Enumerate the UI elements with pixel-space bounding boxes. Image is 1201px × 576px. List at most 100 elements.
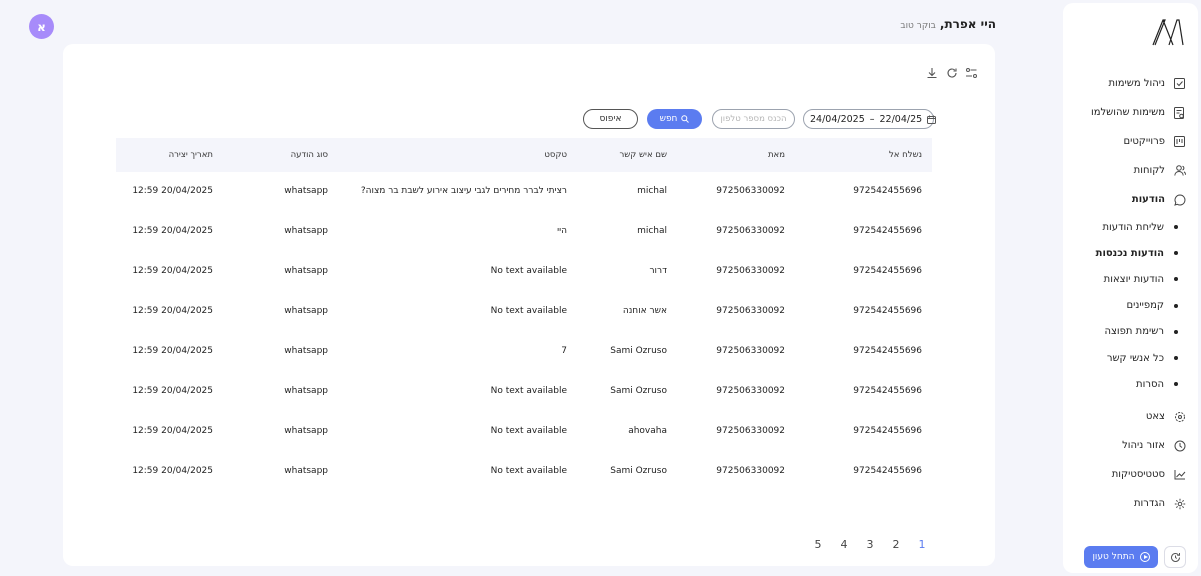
cell-text: רציתי לברר מחירים לגבי עיצוב אירוע לשבת … [360, 186, 567, 196]
cell-from: 972506330092 [716, 426, 785, 436]
download-icon[interactable] [925, 66, 938, 79]
cell-text: 7 [561, 346, 567, 356]
cell-from: 972506330092 [716, 466, 785, 476]
cell-text: No text available [490, 426, 567, 436]
table-row[interactable]: 972542455696 972506330092 דרור No text avai… [116, 252, 932, 292]
table-body: 972542455696 972506330092 michal רציתי לברר… [116, 172, 932, 492]
cell-sent-to: 972542455696 [853, 266, 922, 276]
greeting: היי אפרת, בוקר טוב [900, 17, 996, 31]
filter-settings-icon[interactable] [965, 66, 978, 79]
sidebar-item-statistics[interactable]: סטטיסטיקות [1063, 460, 1198, 489]
sidebar-subitem-label: שליחת הודעות [1102, 221, 1164, 233]
cell-message-type: whatsapp [284, 226, 328, 236]
cell-contact-name: דרור [649, 266, 667, 276]
sidebar-item-completed[interactable]: משימות שהושלמו [1063, 98, 1198, 127]
start-tour-button[interactable]: התחל טעון [1084, 546, 1158, 568]
sidebar-item-label: אזור ניהול [1122, 440, 1165, 452]
table-row[interactable]: 972542455696 972506330092 michal רציתי לברר… [116, 172, 932, 212]
cell-contact-name: michal [637, 226, 667, 236]
sidebar-item-label: ניהול משימות [1108, 78, 1165, 89]
column-header[interactable]: סוג הודעה [291, 150, 328, 160]
table-row[interactable]: 972542455696 972506330092 Sami Ozruso No te… [116, 372, 932, 412]
cell-from: 972506330092 [716, 346, 785, 356]
column-header[interactable]: טקסט [544, 150, 567, 160]
cell-contact-name: אשר אוחנה [622, 306, 667, 316]
cell-from: 972506330092 [716, 306, 785, 316]
sidebar-subitem-label: רשימת תפוצה [1104, 326, 1164, 338]
logo[interactable] [1151, 17, 1185, 47]
column-header[interactable]: שם איש קשר [619, 150, 667, 160]
message-icon [1173, 193, 1186, 206]
page-4[interactable]: 4 [831, 538, 857, 551]
refresh-icon[interactable] [945, 66, 958, 79]
filters-bar: 24/04/2025 – 22/04/25 חפש איפוס [63, 109, 995, 129]
cell-contact-name: ahovaha [628, 426, 667, 436]
sidebar-item-label: סטטיסטיקות [1111, 469, 1165, 481]
bot-icon [1173, 410, 1186, 423]
sidebar-item-label: הגדרות [1133, 498, 1165, 510]
avatar[interactable]: א [29, 14, 54, 39]
date-separator: – [869, 113, 875, 125]
cell-created-date: 20/04/2025 12:59 [132, 306, 213, 316]
date-from: 24/04/2025 [810, 113, 865, 125]
table-row[interactable]: 972542455696 972506330092 ahovaha No text a… [116, 412, 932, 452]
bullet [1174, 382, 1178, 387]
sidebar-item-tasks[interactable]: ניהול משימות [1063, 69, 1198, 98]
bullet [1174, 277, 1178, 282]
date-range-picker[interactable]: 24/04/2025 – 22/04/25 [803, 109, 937, 129]
sidebar-item-projects[interactable]: פרוייקטים [1063, 127, 1198, 156]
table-row[interactable]: 972542455696 972506330092 אשר אוחנה No text… [116, 292, 932, 332]
sidebar-subitem-removals[interactable]: הסרות [1063, 371, 1198, 397]
cell-text: No text available [490, 466, 567, 476]
task-check-icon [1173, 77, 1186, 90]
cell-sent-to: 972542455696 [853, 186, 922, 196]
cell-contact-name: Sami Ozruso [610, 386, 667, 396]
sidebar-item-messages[interactable]: הודעות [1063, 185, 1198, 214]
bullet [1174, 251, 1178, 256]
page-1[interactable]: 1 [909, 538, 935, 551]
page-2[interactable]: 2 [883, 538, 909, 551]
table-row[interactable]: 972542455696 972506330092 Sami Ozruso No te… [116, 452, 932, 492]
sidebar-subitem-outgoing-messages[interactable]: הודעות יוצאות [1063, 266, 1198, 292]
cell-text: No text available [490, 306, 567, 316]
column-header[interactable]: תאריך יצירה [169, 150, 213, 160]
sidebar-subitem-incoming-messages[interactable]: הודעות נכנסות [1063, 240, 1198, 266]
cell-contact-name: Sami Ozruso [610, 466, 667, 476]
column-header[interactable]: נשלח אל [889, 150, 922, 160]
sidebar-item-chat[interactable]: צאט [1063, 402, 1198, 431]
sidebar-subitem-label: הודעות נכנסות [1095, 247, 1164, 259]
cell-message-type: whatsapp [284, 426, 328, 436]
table-row[interactable]: 972542455696 972506330092 Sami Ozruso 7 what… [116, 332, 932, 372]
sidebar-item-admin[interactable]: אזור ניהול [1063, 431, 1198, 460]
table-row[interactable]: 972542455696 972506330092 michal היי whatsap… [116, 212, 932, 252]
history-button[interactable] [1164, 546, 1186, 568]
cell-from: 972506330092 [716, 386, 785, 396]
sidebar-item-settings[interactable]: הגדרות [1063, 489, 1198, 518]
cell-created-date: 20/04/2025 12:59 [132, 186, 213, 196]
sidebar-item-customers[interactable]: לקוחות [1063, 156, 1198, 185]
page-3[interactable]: 3 [857, 538, 883, 551]
sidebar-subitem-label: הסרות [1136, 378, 1164, 390]
sidebar-subitem-send-messages[interactable]: שליחת הודעות [1063, 214, 1198, 240]
sidebar-subitem-campaigns[interactable]: קמפיינים [1063, 293, 1198, 319]
cell-text: היי [557, 226, 567, 236]
phone-search-input[interactable] [712, 109, 795, 129]
users-icon [1173, 164, 1186, 177]
search-button[interactable]: חפש [647, 109, 702, 129]
reset-button[interactable]: איפוס [583, 109, 638, 129]
sidebar-nav: ניהול משימות משימות שהושלמו פרוייקטים לק… [1063, 69, 1198, 518]
sidebar-subitem-label: קמפיינים [1126, 300, 1164, 312]
sidebar-subitem-distribution-list[interactable]: רשימת תפוצה [1063, 319, 1198, 345]
column-header[interactable]: מאת [768, 150, 785, 160]
gear-icon [1173, 497, 1186, 510]
cell-text: No text available [490, 386, 567, 396]
bullet [1174, 225, 1178, 230]
bullet [1174, 329, 1178, 334]
page-5[interactable]: 5 [805, 538, 831, 551]
cell-text: No text available [490, 266, 567, 276]
toolbar [925, 66, 978, 79]
search-icon [681, 115, 690, 123]
sidebar-subitem-all-contacts[interactable]: כל אנשי קשר [1063, 345, 1198, 371]
bullet [1174, 303, 1178, 308]
cell-from: 972506330092 [716, 226, 785, 236]
